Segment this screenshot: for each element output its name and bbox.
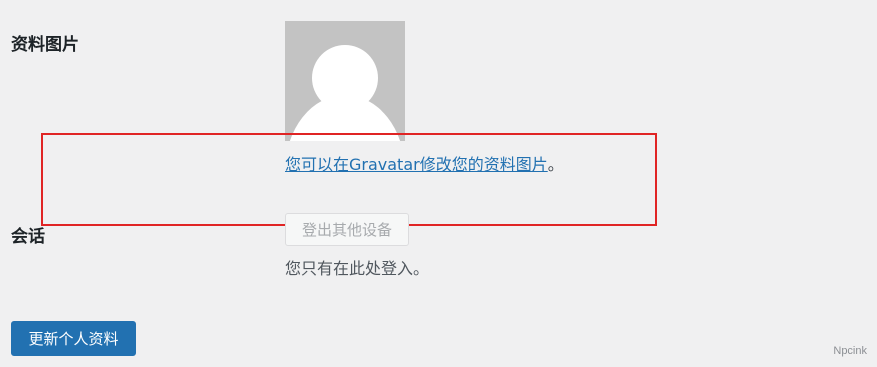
watermark-text: Npcink bbox=[833, 345, 867, 357]
sessions-description: 您只有在此处登入。 bbox=[285, 259, 430, 278]
update-profile-button[interactable]: 更新个人资料 bbox=[11, 321, 136, 356]
logout-other-devices-button[interactable]: 登出其他设备 bbox=[285, 213, 409, 246]
person-silhouette-icon bbox=[285, 21, 405, 141]
default-avatar-image bbox=[285, 21, 405, 141]
profile-picture-label: 资料图片 bbox=[11, 35, 79, 55]
sessions-label: 会话 bbox=[11, 227, 45, 247]
